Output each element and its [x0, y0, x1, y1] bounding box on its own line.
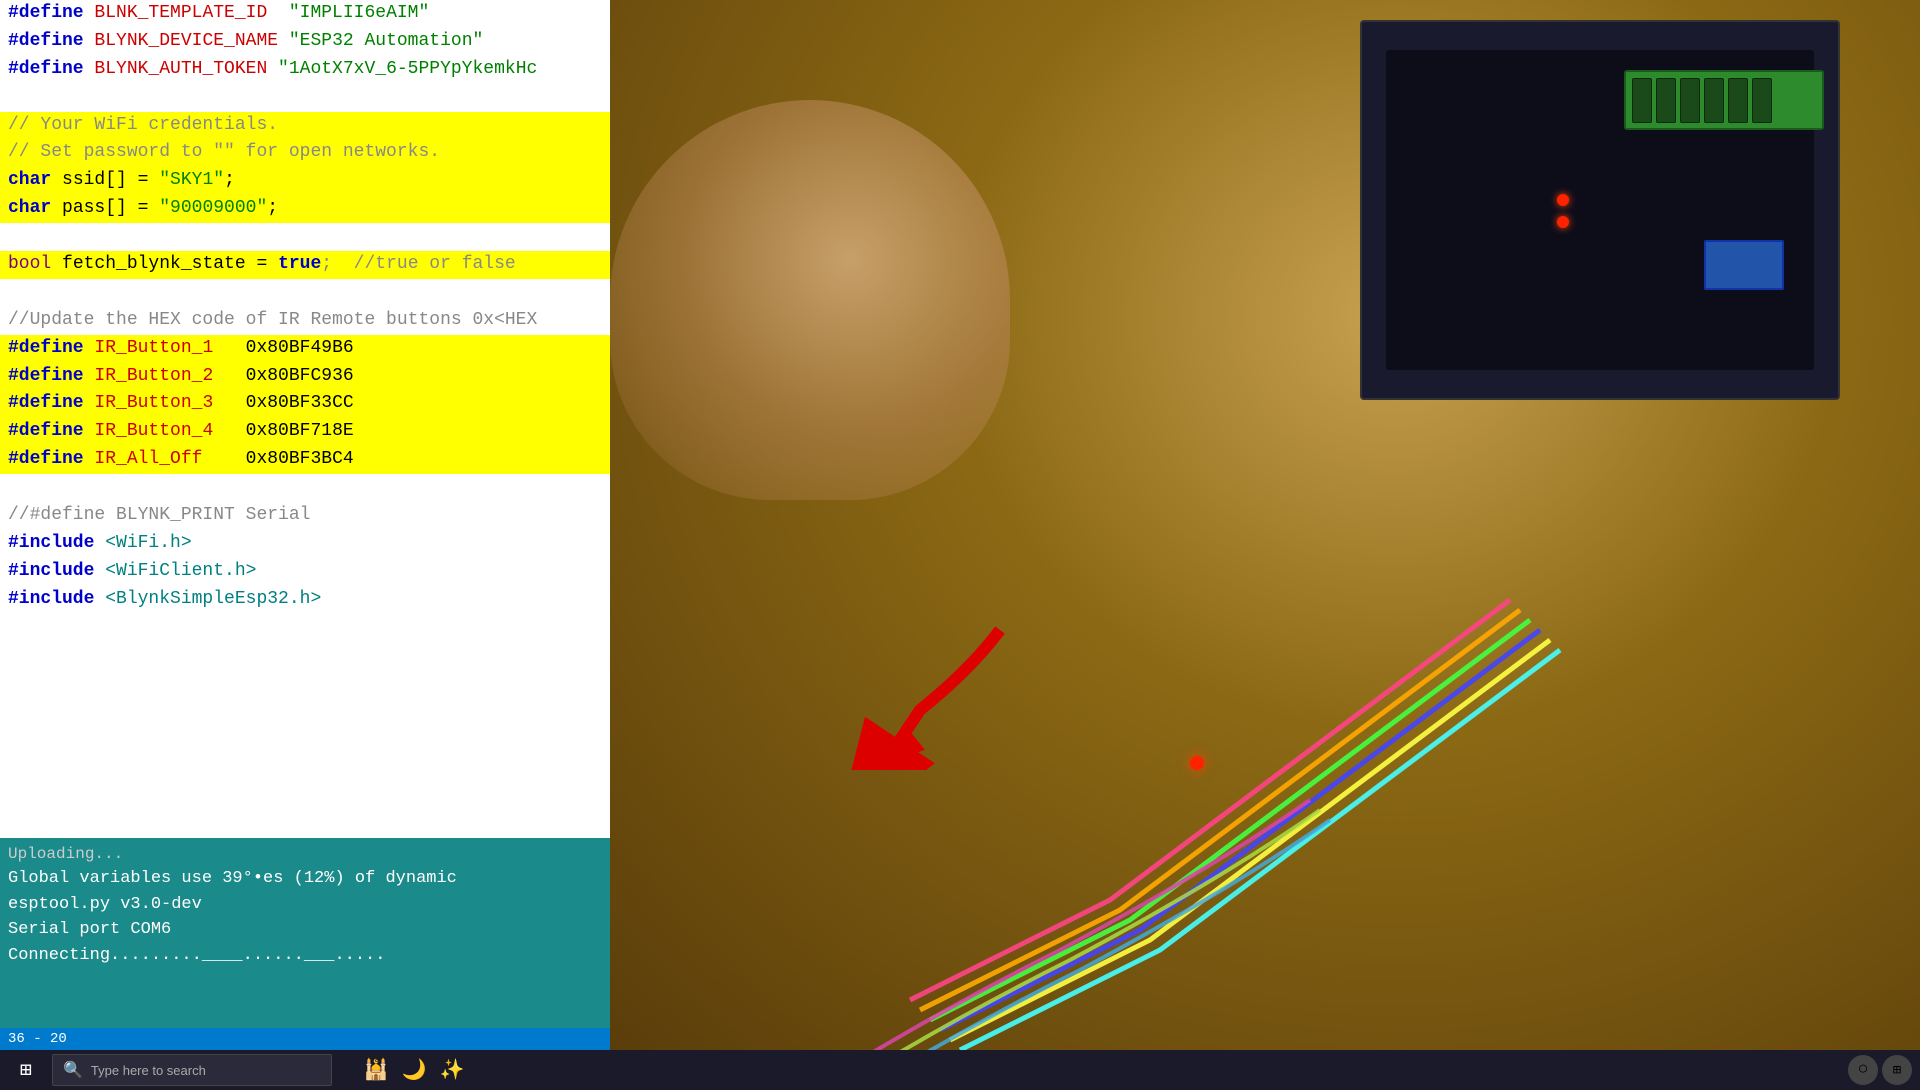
code-line-l10: bool fetch_blynk_state = true; //true or…: [0, 251, 610, 279]
terminal-slot-2: [1656, 78, 1676, 123]
code-line-l13: #define IR_Button_1 0x80BF49B6: [0, 335, 610, 363]
status-bar: 36 - 20: [0, 1028, 610, 1050]
taskbar-circle-icon[interactable]: ○: [1848, 1055, 1878, 1085]
windows-start-button[interactable]: ⊞: [8, 1052, 44, 1088]
terminal-slot-5: [1728, 78, 1748, 123]
console-lines: Global variables use 39°•es (12%) of dyn…: [8, 866, 602, 968]
pcb-inner: [1386, 50, 1814, 370]
code-line-l1: #define BLNK_TEMPLATE_ID "IMPLII6eAIM": [0, 0, 610, 28]
console-line-1: esptool.py v3.0-dev: [8, 892, 602, 918]
code-line-l17: #define IR_All_Off 0x80BF3BC4: [0, 446, 610, 474]
blue-component: [1704, 240, 1784, 290]
code-line-l7: char ssid[] = "SKY1";: [0, 167, 610, 195]
code-line-l18: [0, 474, 610, 502]
pcb-board: [1360, 20, 1840, 400]
code-line-l5: // Your WiFi credentials.: [0, 112, 610, 140]
taskbar-search-box[interactable]: 🔍 Type here to search: [52, 1054, 332, 1086]
windows-icon: ⊞: [20, 1057, 32, 1083]
terminal-block-green: [1624, 70, 1824, 130]
code-line-l16: #define IR_Button_4 0x80BF718E: [0, 418, 610, 446]
code-line-l12: //Update the HEX code of IR Remote butto…: [0, 307, 610, 335]
code-line-l22: #include <BlynkSimpleEsp32.h>: [0, 586, 610, 614]
mosque-icon[interactable]: 🕌: [360, 1054, 392, 1086]
led-red-2: [1557, 216, 1569, 228]
terminal-slot-1: [1632, 78, 1652, 123]
code-line-l2: #define BLYNK_DEVICE_NAME "ESP32 Automat…: [0, 28, 610, 56]
code-line-l19: //#define BLYNK_PRINT Serial: [0, 502, 610, 530]
console-line-0: Global variables use 39°•es (12%) of dyn…: [8, 866, 602, 892]
terminal-slot-4: [1704, 78, 1724, 123]
terminal-slot-6: [1752, 78, 1772, 123]
code-line-l11: [0, 279, 610, 307]
photo-content: [610, 0, 1920, 1050]
code-panel: #define BLNK_TEMPLATE_ID "IMPLII6eAIM"#d…: [0, 0, 610, 1050]
taskbar[interactable]: ⊞ 🔍 Type here to search 🕌 🌙 ✨ ○ ⊞: [0, 1050, 1920, 1090]
uploading-label: Uploading...: [8, 842, 602, 866]
hand-area: [610, 100, 1010, 500]
code-line-l8: char pass[] = "90009000";: [0, 195, 610, 223]
code-line-l20: #include <WiFi.h>: [0, 530, 610, 558]
code-line-l15: #define IR_Button_3 0x80BF33CC: [0, 390, 610, 418]
terminal-slot-3: [1680, 78, 1700, 123]
photo-panel: [610, 0, 1920, 1050]
code-line-l9: [0, 223, 610, 251]
crescent-icon[interactable]: 🌙: [398, 1054, 430, 1086]
led-bottom-red: [1190, 756, 1204, 770]
led-red-1: [1557, 194, 1569, 206]
code-area[interactable]: #define BLNK_TEMPLATE_ID "IMPLII6eAIM"#d…: [0, 0, 610, 838]
search-placeholder: Type here to search: [91, 1063, 206, 1078]
main-content: #define BLNK_TEMPLATE_ID "IMPLII6eAIM"#d…: [0, 0, 1920, 1050]
taskbar-icons-group: 🕌 🌙 ✨: [360, 1054, 468, 1086]
editor-position: 36 - 20: [8, 1031, 67, 1047]
red-arrow-svg: [840, 610, 1040, 770]
code-line-l3: #define BLYNK_AUTH_TOKEN "1AotX7xV_6-5PP…: [0, 56, 610, 84]
taskbar-grid-icon[interactable]: ⊞: [1882, 1055, 1912, 1085]
code-line-l6: // Set password to "" for open networks.: [0, 139, 610, 167]
console-area: Uploading... Global variables use 39°•es…: [0, 838, 610, 1028]
star-icon[interactable]: ✨: [436, 1054, 468, 1086]
code-line-l4: [0, 84, 610, 112]
taskbar-right-area: ○ ⊞: [1848, 1055, 1912, 1085]
code-line-l14: #define IR_Button_2 0x80BFC936: [0, 363, 610, 391]
code-line-l21: #include <WiFiClient.h>: [0, 558, 610, 586]
console-line-3: Connecting.........____......___.....: [8, 943, 602, 969]
console-line-2: Serial port COM6: [8, 917, 602, 943]
search-icon: 🔍: [63, 1060, 83, 1080]
